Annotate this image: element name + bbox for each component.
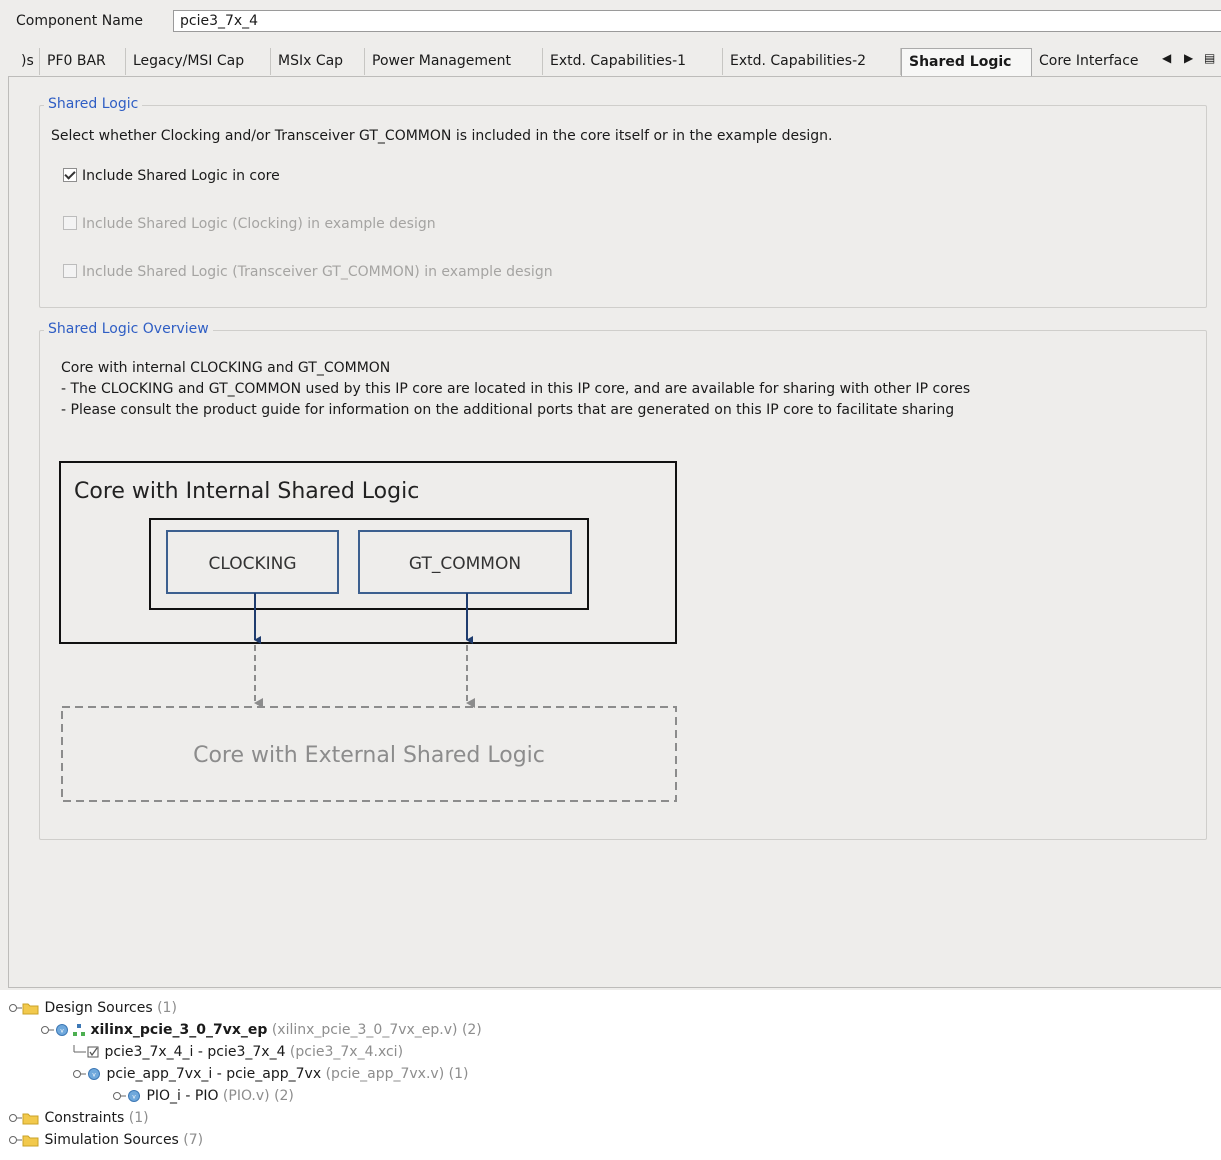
svg-text:v: v — [92, 1072, 96, 1079]
expand-handle-icon[interactable] — [8, 1111, 22, 1125]
overview-line-1: Core with internal CLOCKING and GT_COMMO… — [61, 360, 391, 376]
tree-item-ip-instance[interactable]: pcie3_7x_4_i - pcie3_7x_4 (pcie3_7x_4.xc… — [72, 1041, 403, 1063]
external-core-title: Core with External Shared Logic — [193, 743, 545, 768]
svg-text:v: v — [60, 1028, 64, 1035]
tree-item-file: (xilinx_pcie_3_0_7vx_ep.v) (2) — [267, 1022, 482, 1038]
expand-handle-icon[interactable] — [8, 1001, 22, 1015]
tree-item-app-module[interactable]: v pcie_app_7vx_i - pcie_app_7vx (pcie_ap… — [72, 1063, 468, 1085]
tab-bar: )s PF0 BAR Legacy/MSI Cap MSIx Cap Power… — [0, 48, 1221, 77]
expand-handle-icon[interactable] — [72, 1067, 86, 1081]
tab-extd-capabilities-1[interactable]: Extd. Capabilities-1 — [543, 48, 723, 75]
tab-power-management[interactable]: Power Management — [365, 48, 543, 75]
shared-logic-description: Select whether Clocking and/or Transceiv… — [51, 128, 833, 144]
scroll-left-icon[interactable]: ◀ — [1162, 51, 1171, 65]
folder-icon — [22, 1135, 39, 1147]
shared-logic-group-title: Shared Logic — [44, 94, 143, 114]
svg-text:v: v — [132, 1094, 136, 1101]
include-gt-common-in-example-label: Include Shared Logic (Transceiver GT_COM… — [82, 264, 553, 280]
ip-customization-panel: Component Name )s PF0 BAR Legacy/MSI Cap… — [0, 0, 1221, 991]
tab-previous[interactable]: )s — [14, 48, 40, 75]
folder-icon — [22, 1003, 39, 1015]
tree-item-label: Design Sources — [44, 1000, 153, 1016]
tab-shared-logic[interactable]: Shared Logic — [901, 48, 1032, 77]
tree-item-label: xilinx_pcie_3_0_7vx_ep — [90, 1022, 268, 1038]
tree-item-label: Constraints — [44, 1110, 125, 1126]
tree-connector-icon — [73, 1045, 86, 1053]
tree-item-label: pcie3_7x_4_i - pcie3_7x_4 — [104, 1044, 286, 1060]
tree-item-count: (1) — [124, 1110, 149, 1126]
component-name-label: Component Name — [16, 13, 144, 29]
tree-item-label: pcie_app_7vx_i - pcie_app_7vx — [106, 1066, 322, 1082]
tab-core-interface[interactable]: Core Interface — [1032, 48, 1156, 75]
expand-handle-icon[interactable] — [112, 1089, 126, 1103]
expand-handle-icon[interactable] — [8, 1133, 22, 1147]
tab-legacy-msi-cap[interactable]: Legacy/MSI Cap — [126, 48, 271, 75]
folder-icon — [22, 1113, 39, 1125]
tree-item-count: (7) — [178, 1132, 204, 1148]
tree-item-file: (pcie3_7x_4.xci) — [285, 1044, 404, 1060]
tab-extd-capabilities-2[interactable]: Extd. Capabilities-2 — [723, 48, 901, 75]
hierarchy-icon — [73, 1024, 85, 1036]
tree-item-file: (pcie_app_7vx.v) (1) — [321, 1066, 469, 1082]
tab-pf0-bar[interactable]: PF0 BAR — [40, 48, 126, 75]
gt-common-block-label: GT_COMMON — [409, 554, 521, 574]
tree-item-simulation-sources[interactable]: Simulation Sources (7) — [8, 1129, 203, 1151]
overview-line-2: - The CLOCKING and GT_COMMON used by thi… — [61, 381, 971, 397]
internal-core-title: Core with Internal Shared Logic — [74, 479, 419, 504]
tab-msix-cap[interactable]: MSIx Cap — [271, 48, 365, 75]
shared-logic-group: Shared Logic Select whether Clocking and… — [39, 94, 1207, 308]
include-clocking-in-example-option[interactable]: Include Shared Logic (Clocking) in examp… — [63, 215, 436, 233]
scroll-right-icon[interactable]: ▶ — [1184, 51, 1193, 65]
tree-item-top-module[interactable]: v xilinx_pcie_3_0_7vx_ep (xilinx_pcie_3_… — [40, 1019, 482, 1041]
include-gt-common-in-example-checkbox[interactable] — [63, 264, 77, 278]
expand-handle-icon[interactable] — [40, 1023, 54, 1037]
tree-item-file: (PIO.v) (2) — [218, 1088, 294, 1104]
overview-line-3: - Please consult the product guide for i… — [61, 402, 955, 418]
ip-icon — [87, 1046, 99, 1058]
tree-item-design-sources[interactable]: Design Sources (1) — [8, 997, 177, 1019]
include-in-core-checkbox[interactable] — [63, 168, 77, 182]
verilog-icon: v — [128, 1090, 140, 1102]
verilog-icon: v — [88, 1068, 100, 1080]
component-name-input[interactable] — [173, 10, 1221, 32]
tree-item-label: PIO_i - PIO — [146, 1088, 219, 1104]
tree-item-label: Simulation Sources — [44, 1132, 179, 1148]
overview-group-title: Shared Logic Overview — [44, 319, 213, 339]
verilog-top-icon: v — [56, 1024, 68, 1036]
include-clocking-in-example-label: Include Shared Logic (Clocking) in examp… — [82, 216, 436, 232]
shared-logic-overview-group: Shared Logic Overview Core with internal… — [39, 319, 1207, 840]
shared-logic-diagram: Core with Internal Shared Logic CLOCKING… — [59, 461, 677, 802]
sources-tree-panel: Design Sources (1) v xilinx_pcie_3_0_7vx… — [0, 990, 1221, 1160]
clocking-block-label: CLOCKING — [208, 554, 296, 574]
component-name-row: Component Name — [0, 8, 1221, 36]
tree-item-constraints[interactable]: Constraints (1) — [8, 1107, 149, 1129]
shared-logic-tab-content: Shared Logic Select whether Clocking and… — [8, 76, 1221, 988]
tree-item-count: (1) — [152, 1000, 177, 1016]
include-clocking-in-example-checkbox[interactable] — [63, 216, 77, 230]
include-in-core-option[interactable]: Include Shared Logic in core — [63, 167, 280, 185]
include-in-core-label: Include Shared Logic in core — [82, 168, 280, 184]
tab-list-icon[interactable]: ▤ — [1204, 51, 1215, 65]
include-gt-common-in-example-option[interactable]: Include Shared Logic (Transceiver GT_COM… — [63, 263, 553, 281]
tree-item-pio-module[interactable]: v PIO_i - PIO (PIO.v) (2) — [112, 1085, 294, 1107]
